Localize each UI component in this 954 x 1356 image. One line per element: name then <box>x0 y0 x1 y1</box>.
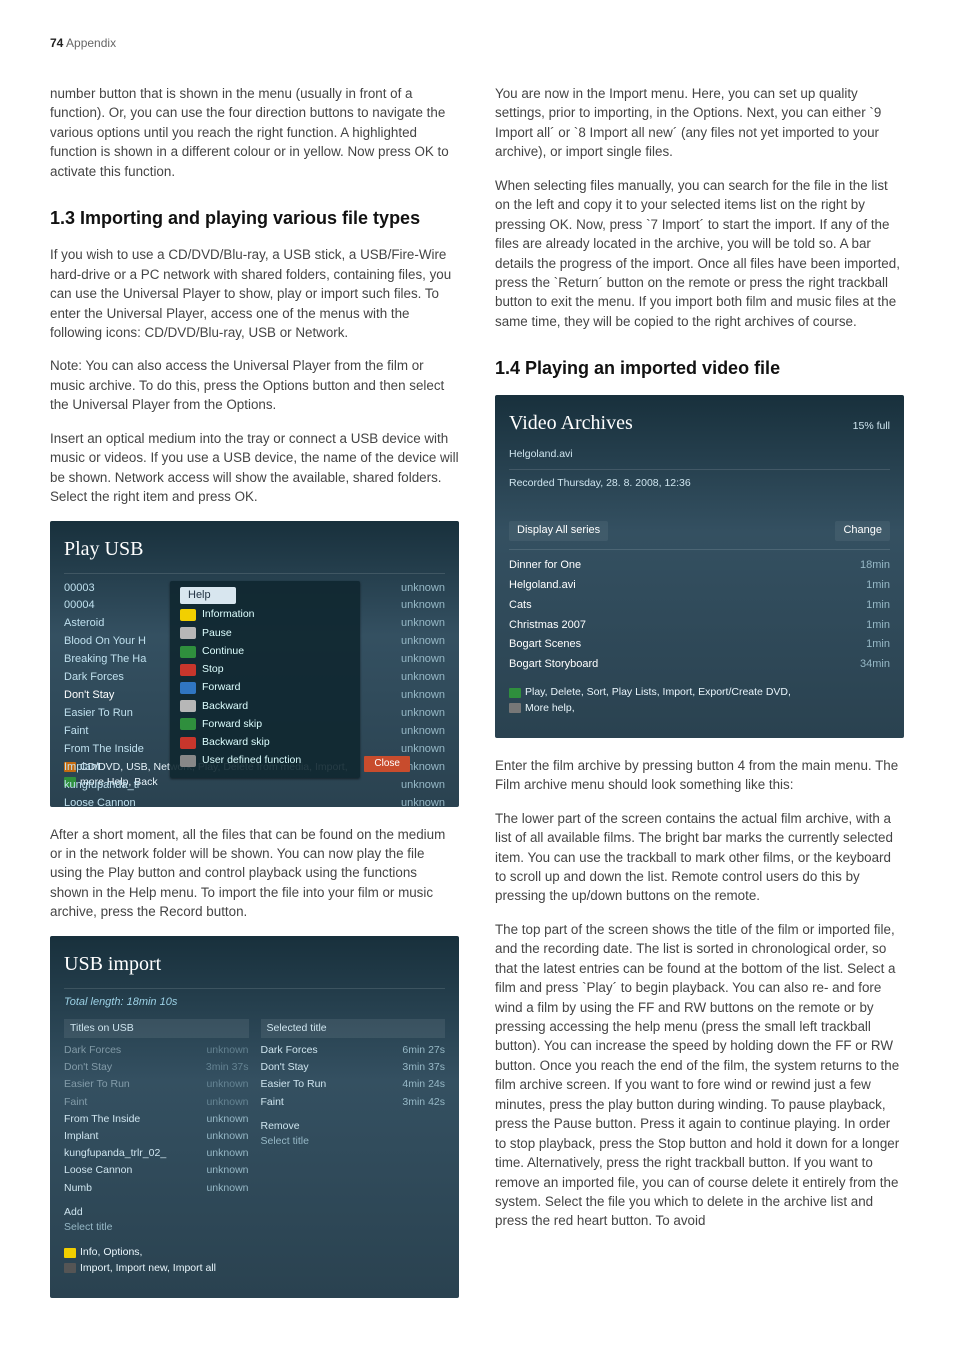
list-item[interactable]: Dark Forces6min 27s <box>261 1042 446 1059</box>
help-item[interactable]: Information <box>180 607 350 622</box>
help-item[interactable]: Backward skip <box>180 735 350 750</box>
remove-button[interactable]: Remove <box>261 1120 300 1132</box>
panel-title: USB import <box>64 950 445 978</box>
panel-legend: Play, Delete, Sort, Play Lists, Import, … <box>509 685 890 715</box>
select-title[interactable]: Select title <box>261 1134 446 1149</box>
record-date: Recorded Thursday, 28. 8. 2008, 12:36 <box>509 476 890 491</box>
select-title[interactable]: Select title <box>64 1220 249 1235</box>
page-number: 74 <box>50 36 63 50</box>
help-item[interactable]: Continue <box>180 644 350 659</box>
left-list-head: Titles on USB <box>64 1019 249 1038</box>
list-item[interactable]: Numbunknown <box>64 1180 249 1197</box>
help-title: Help <box>180 587 236 605</box>
capacity: 15% full <box>853 419 890 434</box>
panel-title: Video Archives <box>509 409 633 437</box>
help-item[interactable]: Backward <box>180 699 350 714</box>
usb-import-screenshot: USB import Total length: 18min 10s Title… <box>50 936 459 1298</box>
left-column: number button that is shown in the menu … <box>50 84 459 1316</box>
heading-1-4: 1.4 Playing an imported video file <box>495 355 904 381</box>
list-item[interactable]: From The Insideunknown <box>64 1111 249 1128</box>
help-item[interactable]: Stop <box>180 662 350 677</box>
list-item[interactable]: Cats1min <box>509 596 890 616</box>
list-item[interactable]: Easier To Rununknown <box>64 1076 249 1093</box>
play-usb-screenshot: Play USB 00003unknown00004unknownAsteroi… <box>50 521 459 807</box>
heading-1-3: 1.3 Importing and playing various file t… <box>50 205 459 231</box>
list-item[interactable]: kungfupanda_trunknown <box>64 777 445 795</box>
list-item[interactable]: Bogart Storyboard34min <box>509 655 890 675</box>
body-text: Insert an optical medium into the tray o… <box>50 429 459 507</box>
video-archives-screenshot: Video Archives 15% full Helgoland.avi Re… <box>495 395 904 737</box>
help-item[interactable]: Forward skip <box>180 717 350 732</box>
help-popup: Help Information Pause Continue Stop Forward… <box>170 581 360 779</box>
list-item[interactable]: Christmas 20071min <box>509 616 890 636</box>
add-button[interactable]: Add <box>64 1206 83 1218</box>
right-list-head: Selected title <box>261 1019 446 1038</box>
body-text: After a short moment, all the files that… <box>50 825 459 922</box>
list-item[interactable]: Don't Stay3min 37s <box>64 1059 249 1076</box>
change-button[interactable]: Change <box>835 521 890 541</box>
list-item[interactable]: kungfupanda_trlr_02_unknown <box>64 1145 249 1162</box>
help-item[interactable]: User defined function <box>180 753 350 768</box>
help-item[interactable]: Forward <box>180 680 350 695</box>
body-text: If you wish to use a CD/DVD/Blu-ray, a U… <box>50 245 459 342</box>
body-text: Enter the film archive by pressing butto… <box>495 756 904 795</box>
total-length: Total length: 18min 10s <box>64 995 445 1011</box>
panel-legend: Info, Options, Import, Import new, Impor… <box>64 1245 445 1275</box>
right-column: You are now in the Import menu. Here, yo… <box>495 84 904 1316</box>
page-header: 74 Appendix <box>50 36 904 50</box>
panel-title: Play USB <box>64 535 445 563</box>
section-name: Appendix <box>66 36 116 50</box>
help-item[interactable]: Pause <box>180 626 350 641</box>
list-item[interactable]: Faint3min 42s <box>261 1094 446 1111</box>
body-text: You are now in the Import menu. Here, yo… <box>495 84 904 162</box>
list-item[interactable]: Helgoland.avi1min <box>509 576 890 596</box>
list-item[interactable]: Loose Cannonunknown <box>64 795 445 813</box>
list-item[interactable]: Loose Cannonunknown <box>64 1162 249 1179</box>
selected-file: Helgoland.avi <box>509 447 890 462</box>
body-text: The lower part of the screen contains th… <box>495 809 904 906</box>
body-text: When selecting files manually, you can s… <box>495 176 904 332</box>
close-button[interactable]: Close <box>364 756 410 773</box>
body-text: number button that is shown in the menu … <box>50 84 459 181</box>
list-item[interactable]: Faintunknown <box>64 1094 249 1111</box>
body-text: Note: You can also access the Universal … <box>50 356 459 414</box>
list-item[interactable]: Don't Stay3min 37s <box>261 1059 446 1076</box>
list-item[interactable]: Easier To Run4min 24s <box>261 1076 446 1093</box>
list-item[interactable]: Dark Forcesunknown <box>64 1042 249 1059</box>
display-filter[interactable]: Display All series <box>509 521 608 541</box>
body-text: The top part of the screen shows the tit… <box>495 920 904 1231</box>
list-item[interactable]: Implantunknown <box>64 1128 249 1145</box>
list-item[interactable]: Bogart Scenes1min <box>509 635 890 655</box>
list-item[interactable]: Dinner for One18min <box>509 556 890 576</box>
